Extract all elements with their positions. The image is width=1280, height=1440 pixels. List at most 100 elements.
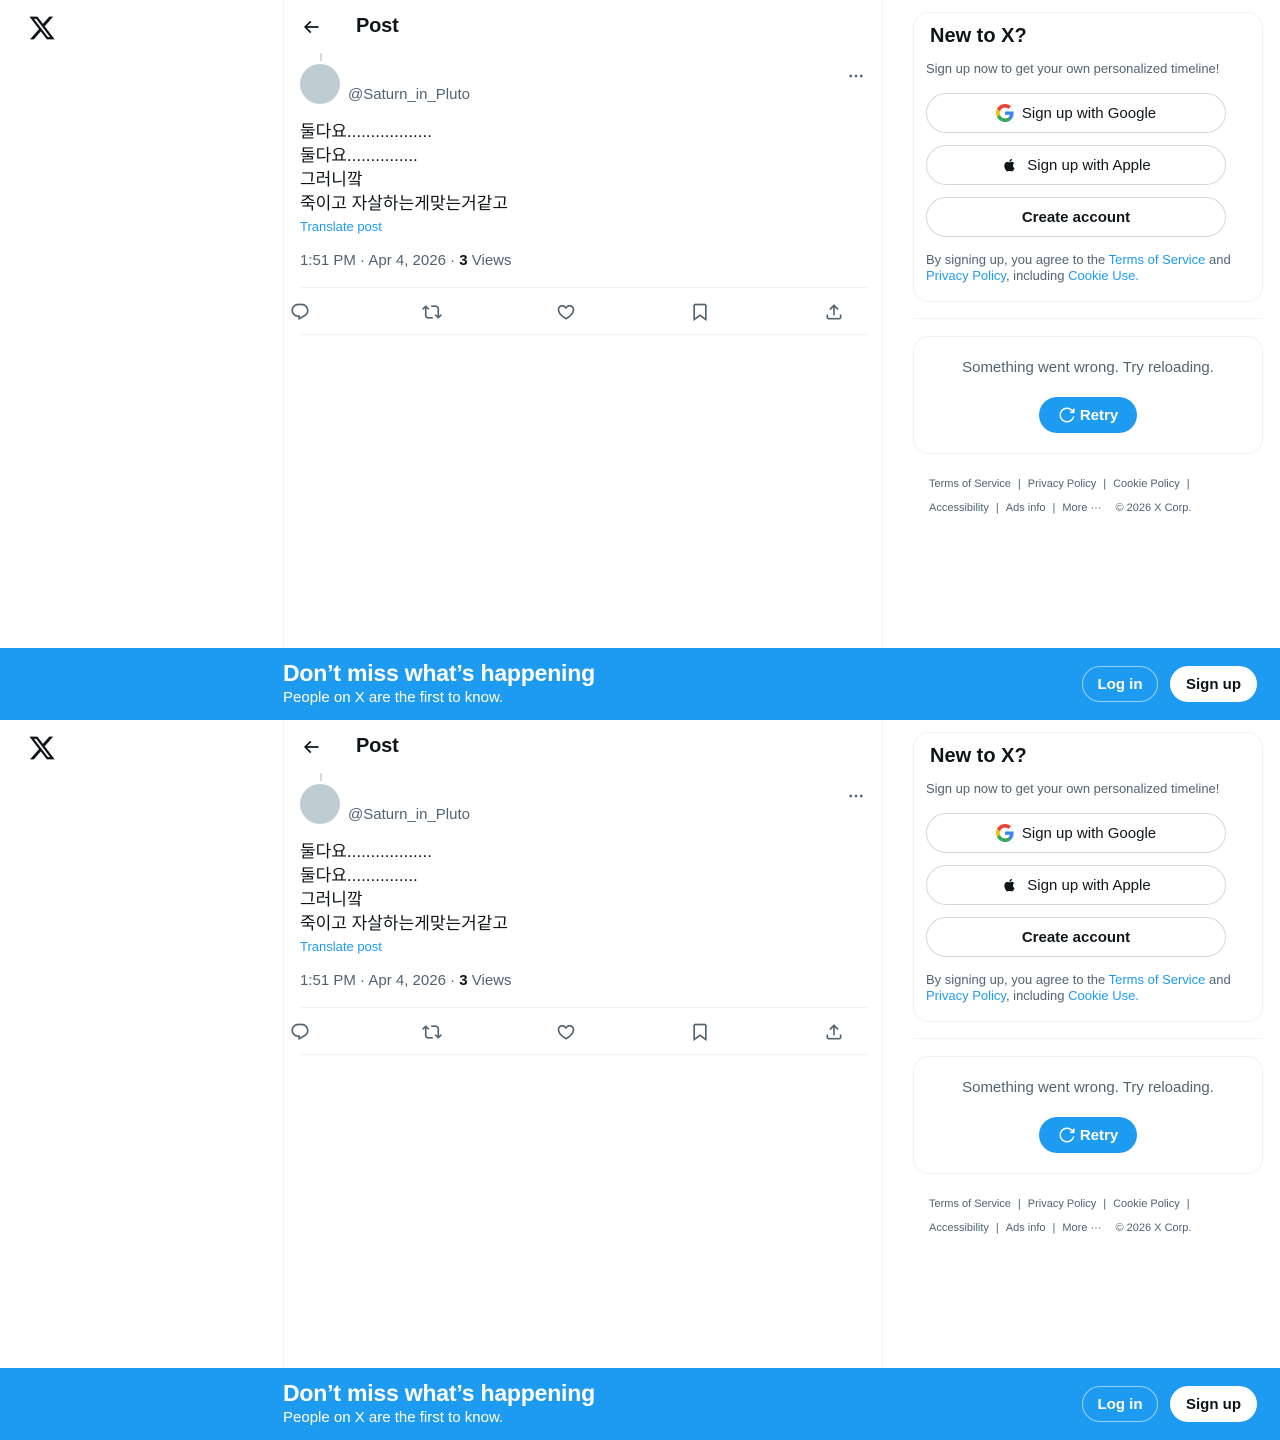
error-message: Something went wrong. Try reloading.: [962, 1079, 1214, 1096]
signup-apple-button[interactable]: Sign up with Apple: [926, 865, 1226, 905]
more-options-icon[interactable]: [846, 66, 866, 86]
post-text: 둘다요.................. 둘다요...............…: [300, 120, 508, 216]
terms-text: By signing up, you agree to the: [926, 972, 1109, 987]
translate-post-link[interactable]: Translate post: [300, 939, 382, 954]
signup-card: New to X? Sign up now to get your own pe…: [913, 732, 1263, 1022]
footer-accessibility-link[interactable]: Accessibility: [929, 1222, 989, 1234]
footer-separator: |: [1052, 1222, 1056, 1234]
signup-apple-button[interactable]: Sign up with Apple: [926, 145, 1226, 185]
retry-button[interactable]: Retry: [1039, 397, 1137, 433]
signup-google-label: Sign up with Google: [1021, 824, 1157, 842]
signup-apple-label: Sign up with Apple: [1027, 156, 1151, 174]
views-label: Views: [467, 252, 512, 269]
create-account-button[interactable]: Create account: [926, 917, 1226, 957]
privacy-policy-link[interactable]: Privacy Policy: [926, 988, 1006, 1003]
login-button[interactable]: Log in: [1082, 666, 1158, 702]
top-bar: Post: [284, 720, 884, 773]
banner-title: Don’t miss what’s happening: [283, 1380, 595, 1406]
share-icon[interactable]: [822, 300, 846, 324]
back-arrow-icon[interactable]: [298, 14, 324, 40]
post-text-line: 둘다요..................: [300, 122, 432, 141]
footer-more-link[interactable]: More ···: [1062, 1222, 1101, 1234]
x-logo-icon[interactable]: [28, 14, 56, 42]
footer-separator: |: [1186, 478, 1190, 490]
footer-more-link[interactable]: More ···: [1062, 502, 1101, 514]
privacy-policy-link[interactable]: Privacy Policy: [926, 268, 1006, 283]
footer-privacy-link[interactable]: Privacy Policy: [1028, 1198, 1096, 1210]
apple-icon: [1001, 156, 1019, 174]
avatar[interactable]: [300, 64, 340, 104]
terms-of-service-link[interactable]: Terms of Service: [1109, 252, 1206, 267]
footer-copyright: © 2026 X Corp.: [1115, 1222, 1192, 1234]
terms-text: , including: [1005, 268, 1069, 283]
post-text-line: 죽이고 자살하는게맞는거같고: [300, 914, 509, 933]
retry-button[interactable]: Retry: [1039, 1117, 1137, 1153]
signup-apple-label: Sign up with Apple: [1027, 876, 1151, 894]
footer-copyright: © 2026 X Corp.: [1115, 502, 1192, 514]
refresh-icon: [1058, 1126, 1076, 1144]
footer-privacy-link[interactable]: Privacy Policy: [1028, 478, 1096, 490]
back-arrow-icon[interactable]: [298, 734, 324, 760]
like-icon[interactable]: [554, 300, 578, 324]
footer-accessibility-link[interactable]: Accessibility: [929, 502, 989, 514]
reply-icon[interactable]: [288, 1020, 312, 1044]
more-options-icon[interactable]: [846, 786, 866, 806]
create-account-button[interactable]: Create account: [926, 197, 1226, 237]
repost-icon[interactable]: [420, 1020, 444, 1044]
thread-line: [320, 53, 322, 61]
like-icon[interactable]: [554, 1020, 578, 1044]
user-handle[interactable]: @Saturn_in_Pluto: [348, 86, 470, 103]
user-handle[interactable]: @Saturn_in_Pluto: [348, 806, 470, 823]
banner-subtitle: People on X are the first to know.: [283, 689, 504, 706]
signup-button[interactable]: Sign up: [1170, 1386, 1257, 1422]
error-message: Something went wrong. Try reloading.: [962, 359, 1214, 376]
cookie-use-link[interactable]: Cookie Use.: [1068, 988, 1139, 1003]
terms-of-service-link[interactable]: Terms of Service: [1109, 972, 1206, 987]
x-logo-icon[interactable]: [28, 734, 56, 762]
reply-icon[interactable]: [288, 300, 312, 324]
terms-text: and: [1205, 972, 1231, 987]
post-timestamp[interactable]: 1:51 PM · Apr 4, 2026 ·: [300, 252, 459, 269]
apple-icon: [1001, 876, 1019, 894]
login-button[interactable]: Log in: [1082, 1386, 1158, 1422]
footer-ads-link[interactable]: Ads info: [1006, 1222, 1046, 1234]
screen-bottom: Post @Saturn_in_Pluto 둘다요...............…: [0, 720, 1280, 1440]
bookmark-icon[interactable]: [688, 300, 712, 324]
primary-column: Post @Saturn_in_Pluto 둘다요...............…: [283, 720, 883, 1368]
post-metadata: 1:51 PM · Apr 4, 2026 · 3 Views: [300, 252, 512, 269]
translate-post-link[interactable]: Translate post: [300, 219, 382, 234]
footer-separator: |: [1103, 478, 1107, 490]
views-count: 3: [459, 972, 468, 989]
refresh-icon: [1058, 406, 1076, 424]
cookie-use-link[interactable]: Cookie Use.: [1068, 268, 1139, 283]
banner-title: Don’t miss what’s happening: [283, 660, 595, 686]
primary-column: Post @Saturn_in_Pluto 둘다요...............…: [283, 0, 883, 648]
bookmark-icon[interactable]: [688, 1020, 712, 1044]
divider: [913, 318, 1263, 319]
footer-cookie-link[interactable]: Cookie Policy: [1113, 478, 1180, 490]
error-card: Something went wrong. Try reloading. Ret…: [913, 336, 1263, 454]
signup-card: New to X? Sign up now to get your own pe…: [913, 12, 1263, 302]
footer-terms-link[interactable]: Terms of Service: [929, 478, 1011, 490]
post-text-line: 둘다요...............: [300, 146, 418, 165]
post-timestamp[interactable]: 1:51 PM · Apr 4, 2026 ·: [300, 972, 459, 989]
footer-terms-link[interactable]: Terms of Service: [929, 1198, 1011, 1210]
footer-ads-link[interactable]: Ads info: [1006, 502, 1046, 514]
retry-label: Retry: [1079, 406, 1119, 424]
footer-separator: |: [995, 1222, 999, 1234]
footer-separator: |: [1017, 1198, 1021, 1210]
signup-subtitle: Sign up now to get your own personalized…: [926, 61, 1220, 76]
signup-title: New to X?: [930, 745, 1027, 767]
avatar[interactable]: [300, 784, 340, 824]
google-icon: [995, 104, 1014, 122]
footer-separator: |: [1103, 1198, 1107, 1210]
signup-google-label: Sign up with Google: [1021, 104, 1157, 122]
footer-separator: |: [1186, 1198, 1190, 1210]
signup-google-button[interactable]: Sign up with Google: [926, 813, 1226, 853]
footer-cookie-link[interactable]: Cookie Policy: [1113, 1198, 1180, 1210]
signup-button[interactable]: Sign up: [1170, 666, 1257, 702]
repost-icon[interactable]: [420, 300, 444, 324]
signup-google-button[interactable]: Sign up with Google: [926, 93, 1226, 133]
share-icon[interactable]: [822, 1020, 846, 1044]
bottom-signup-banner: Don’t miss what’s happening People on X …: [0, 1368, 1280, 1440]
